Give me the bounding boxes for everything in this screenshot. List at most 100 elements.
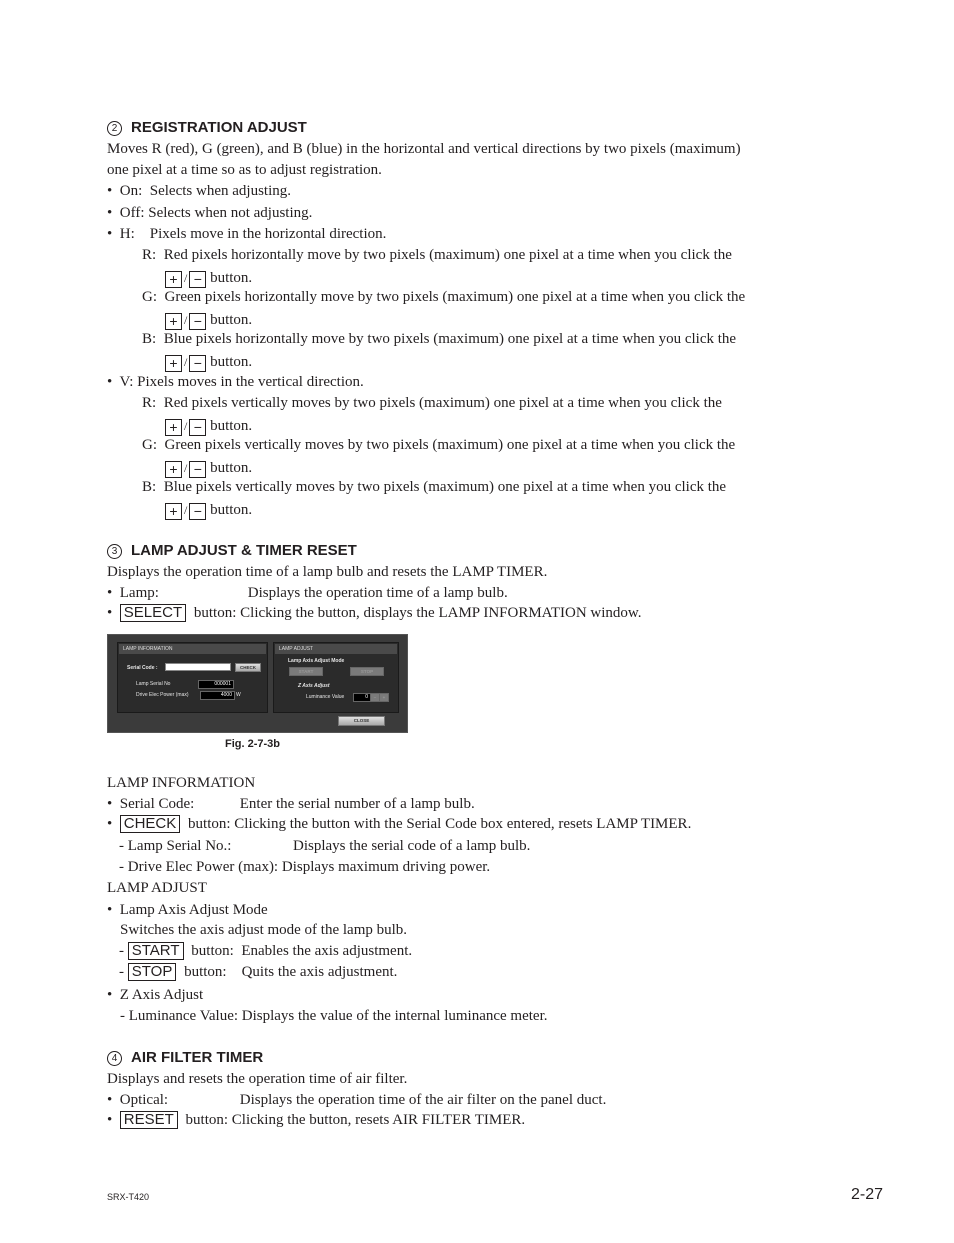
bullet: • xyxy=(107,205,113,221)
item-label: On: xyxy=(119,183,143,199)
heading-text: AIR FILTER TIMER xyxy=(131,1049,264,1066)
panel-title: LAMP INFORMATION xyxy=(119,644,266,654)
item-label: G: xyxy=(142,437,157,453)
start-button[interactable]: START xyxy=(289,667,323,676)
luminance-value: 0 xyxy=(353,693,371,702)
axis-mode-label: Lamp Axis Adjust Mode xyxy=(288,658,345,664)
button-suffix: button: xyxy=(185,1112,229,1128)
stop-button[interactable]: STOP xyxy=(350,667,384,676)
check-button[interactable]: CHECK xyxy=(235,663,261,672)
button-word: button. xyxy=(210,460,253,476)
list-item-lamp-serial-no: - Lamp Serial No.: Displays the serial co… xyxy=(119,836,530,857)
list-item-stop: - STOP button: Quits the axis adjustment… xyxy=(119,962,397,983)
footer-model: SRX-T420 xyxy=(107,1192,150,1202)
sub-item-v-r: R: Red pixels vertically moves by two pi… xyxy=(142,393,722,414)
bullet: • xyxy=(107,374,113,390)
intro-line-1: Moves R (red), G (green), and B (blue) i… xyxy=(107,141,741,157)
list-item-start: - START button: Enables the axis adjustm… xyxy=(119,941,412,962)
circled-number: 2 xyxy=(107,121,122,136)
drive-power-label: Drive Elec Power (max) xyxy=(136,692,189,698)
dash: - xyxy=(119,964,124,980)
lamp-serial-label: Lamp Serial No xyxy=(136,681,171,687)
section-heading-lamp-adjust: 3 LAMP ADJUST & TIMER RESET xyxy=(107,542,357,559)
plus-button-glyph: + xyxy=(165,419,182,436)
item-label: G: xyxy=(142,289,157,305)
item-desc: Clicking the button, displays the LAMP I… xyxy=(240,605,642,621)
item-label: Optical: xyxy=(119,1092,169,1108)
plus-minus-line: + / − button. xyxy=(165,500,252,521)
button-word: button. xyxy=(210,418,253,434)
item-label: - Lamp Serial No.: xyxy=(119,838,232,854)
bullet: • xyxy=(107,902,113,918)
plus-minus-line: + / − button. xyxy=(165,310,252,331)
item-desc: Enables the axis adjustment. xyxy=(241,943,413,959)
button-suffix: button: xyxy=(191,943,234,959)
plus-minus-line: + / − button. xyxy=(165,458,252,479)
list-item-v: • V: Pixels moves in the vertical direct… xyxy=(107,372,364,393)
close-button[interactable]: CLOSE xyxy=(338,716,385,726)
lamp-information-panel: LAMP INFORMATION Serial Code : CHECK Lam… xyxy=(117,642,268,713)
item-label: Off: xyxy=(119,205,145,221)
list-item-drive-power: - Drive Elec Power (max): Displays maxim… xyxy=(119,857,490,878)
item-desc: Selects when not adjusting. xyxy=(148,205,313,221)
section-heading-air-filter-timer: 4 AIR FILTER TIMER xyxy=(107,1049,263,1066)
reset-button-glyph: RESET xyxy=(119,1111,178,1129)
dash: - xyxy=(119,943,124,959)
sub-item-h-g: G: Green pixels horizontally move by two… xyxy=(142,287,745,308)
plus-button-glyph: + xyxy=(165,461,182,478)
plus-minus-line: + / − button. xyxy=(165,268,252,289)
list-item-check: • CHECK button: Clicking the button with… xyxy=(107,814,691,835)
button-word: button. xyxy=(210,270,253,286)
item-desc: Displays maximum driving power. xyxy=(281,859,491,875)
slash: / xyxy=(184,355,188,369)
luminance-label: Luminance Value xyxy=(306,694,345,700)
section4-intro: Displays and resets the operation time o… xyxy=(107,1071,408,1087)
sub-item-v-b: B: Blue pixels vertically moves by two p… xyxy=(142,477,726,498)
list-item-z-axis: • Z Axis Adjust xyxy=(107,985,203,1006)
item-label: Serial Code: xyxy=(119,796,195,812)
item-desc: Green pixels horizontally move by two pi… xyxy=(164,289,746,305)
sub-item-h-b: B: Blue pixels horizontally move by two … xyxy=(142,329,736,350)
minus-button-glyph: − xyxy=(189,313,207,330)
item-label: - Drive Elec Power (max): xyxy=(119,859,279,875)
serial-code-input[interactable] xyxy=(165,663,231,671)
serial-code-label: Serial Code : xyxy=(127,665,158,671)
item-desc: Green pixels vertically moves by two pix… xyxy=(164,437,736,453)
button-suffix: button: xyxy=(184,964,227,980)
list-item-select: • SELECT button: Clicking the button, di… xyxy=(107,603,642,624)
plus-minus-line: + / − button. xyxy=(165,416,252,437)
z-axis-label: Z Axis Adjust xyxy=(298,683,330,689)
bullet: • xyxy=(107,1092,113,1108)
item-label: V: xyxy=(119,374,134,390)
slash: / xyxy=(184,461,188,475)
bullet: • xyxy=(107,585,113,601)
item-label: B: xyxy=(142,331,157,347)
item-desc: Blue pixels horizontally move by two pix… xyxy=(163,331,737,347)
item-desc: Quits the axis adjustment. xyxy=(241,964,398,980)
item-desc: Displays the operation time of a lamp bu… xyxy=(247,585,508,601)
slash: / xyxy=(184,313,188,327)
minus-button-glyph: − xyxy=(189,271,207,288)
footer-page-number: 2-27 xyxy=(851,1186,884,1203)
item-label: R: xyxy=(142,395,157,411)
item-desc: Enter the serial number of a lamp bulb. xyxy=(239,796,475,812)
item-desc: Red pixels horizontally move by two pixe… xyxy=(163,247,732,263)
luminance-plus-button[interactable]: + xyxy=(379,693,389,702)
lamp-adjust-heading: LAMP ADJUST xyxy=(107,880,207,896)
slash: / xyxy=(184,503,188,517)
heading-text: LAMP ADJUST & TIMER RESET xyxy=(131,542,357,559)
item-desc: Displays the serial code of a lamp bulb. xyxy=(293,838,531,854)
list-item-on: • On: Selects when adjusting. xyxy=(107,181,291,202)
minus-button-glyph: − xyxy=(189,461,207,478)
plus-button-glyph: + xyxy=(165,271,182,288)
minus-button-glyph: − xyxy=(189,503,207,520)
lamp-information-heading: LAMP INFORMATION xyxy=(107,775,256,791)
drive-power-value: 4000 xyxy=(200,691,235,700)
sub-item-v-g: G: Green pixels vertically moves by two … xyxy=(142,435,735,456)
item-desc: Pixels moves in the vertical direction. xyxy=(137,374,364,390)
button-word: button. xyxy=(210,502,253,518)
list-item-off: • Off: Selects when not adjusting. xyxy=(107,203,312,224)
item-label: H: xyxy=(119,226,135,242)
list-item-reset: • RESET button: Clicking the button, res… xyxy=(107,1110,525,1131)
axis-mode-desc: Switches the axis adjust mode of the lam… xyxy=(120,922,408,938)
